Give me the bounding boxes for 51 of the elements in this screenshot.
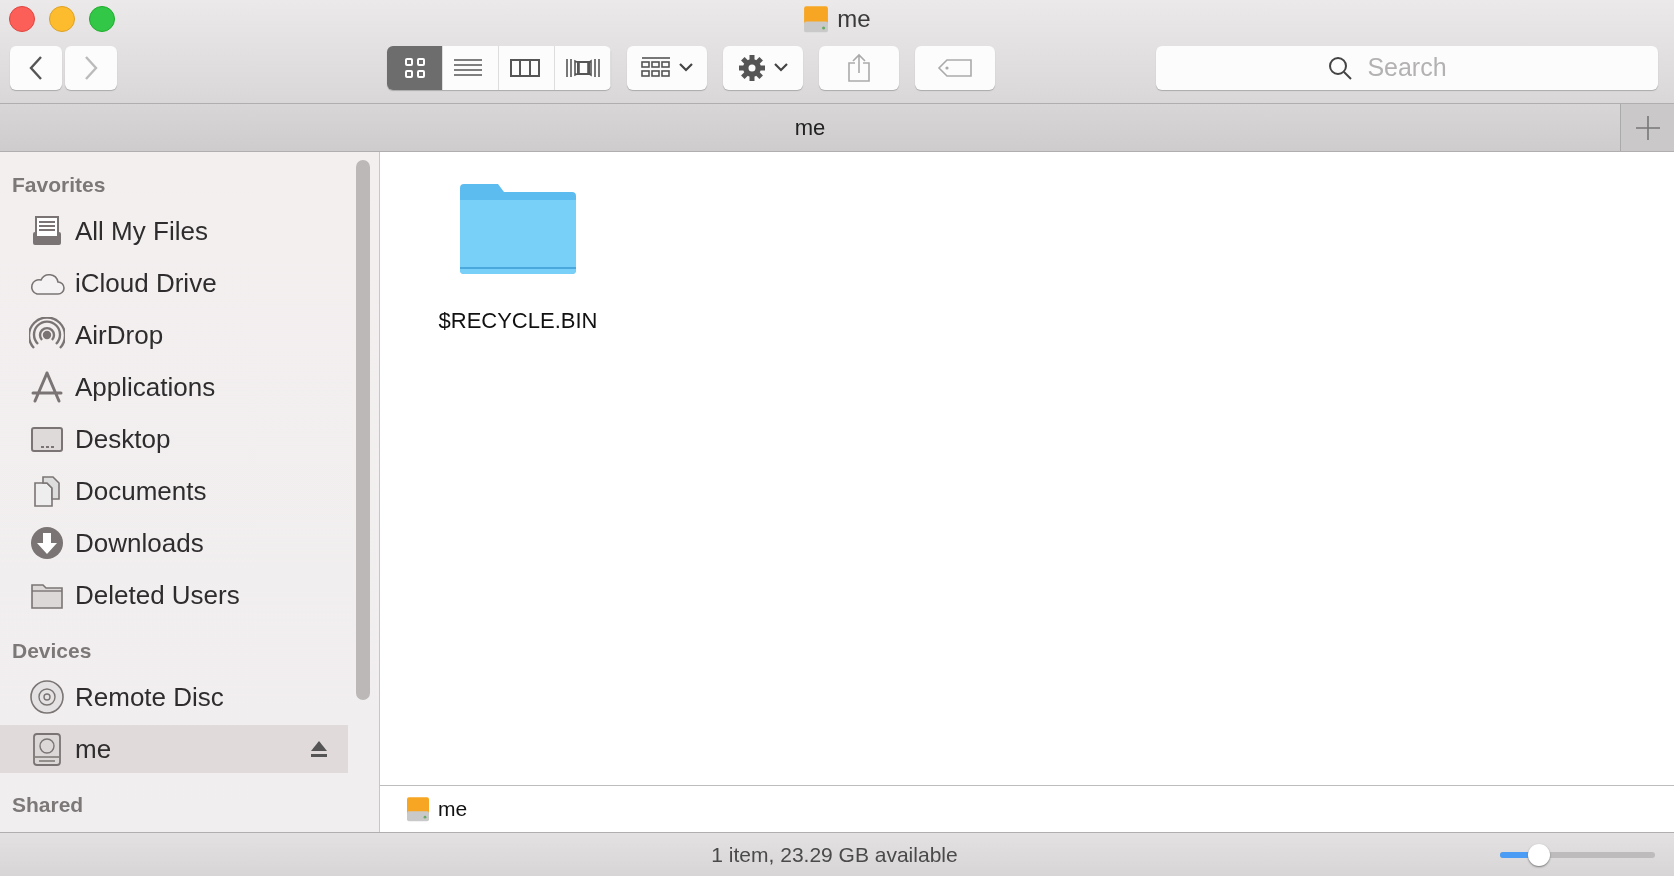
sidebar-item[interactable]: iCloud Drive: [0, 259, 348, 307]
sidebar-item[interactable]: Documents: [0, 467, 348, 515]
icon-view-button[interactable]: [387, 45, 443, 90]
share-button[interactable]: [819, 45, 899, 90]
caret-icon: [679, 63, 693, 72]
settings-icon: [738, 53, 766, 82]
arrange-button[interactable]: [627, 45, 707, 90]
app-store-icon: [29, 369, 65, 405]
chevron-right-icon: [84, 54, 98, 81]
tag-button[interactable]: [915, 45, 995, 90]
sidebar-item[interactable]: Deleted Users: [0, 571, 348, 619]
sidebar-item[interactable]: Desktop: [0, 415, 348, 463]
disc-icon: [29, 679, 65, 715]
sidebar-item[interactable]: Downloads: [0, 519, 348, 567]
back-button[interactable]: [10, 45, 62, 90]
share-icon: [847, 52, 871, 83]
close-button[interactable]: [9, 6, 35, 32]
column-view-button[interactable]: [499, 45, 555, 90]
path-item[interactable]: me: [438, 797, 468, 821]
sidebar-item[interactable]: me: [0, 725, 348, 773]
search-icon: [1328, 55, 1352, 80]
file-name[interactable]: $RECYCLE.BIN: [438, 308, 598, 334]
window-title: me: [837, 5, 871, 33]
action-button[interactable]: [723, 45, 803, 90]
scrollbar[interactable]: [356, 160, 370, 700]
list-view-button[interactable]: [443, 45, 499, 90]
caret-icon: [774, 63, 788, 72]
new-tab-button[interactable]: [1620, 104, 1674, 151]
coverflow-view-icon: [565, 56, 600, 79]
sidebar-heading: Shared: [11, 792, 85, 818]
cover-flow-button[interactable]: [555, 45, 611, 90]
sidebar-item[interactable]: Remote Disc: [0, 673, 348, 721]
search-field[interactable]: Search: [1156, 45, 1658, 90]
plus-icon: [1635, 115, 1660, 140]
icons-view-icon: [403, 56, 426, 79]
sidebar-item[interactable]: All My Files: [0, 207, 348, 255]
folder-icon[interactable]: [460, 182, 576, 274]
sidebar-heading: Favorites: [11, 172, 107, 198]
minimize-button[interactable]: [49, 6, 75, 32]
zoom-button[interactable]: [89, 6, 115, 32]
sidebar-item[interactable]: Applications: [0, 363, 348, 411]
grid-icon: [641, 56, 671, 79]
sidebar-heading: Devices: [11, 638, 93, 664]
status-text: 1 item, 23.29 GB available: [710, 842, 959, 867]
drive-icon: [406, 795, 430, 823]
eject-icon[interactable]: [310, 740, 328, 758]
chevron-left-icon: [29, 54, 43, 81]
tag-icon: [937, 57, 973, 78]
sidebar-item[interactable]: AirDrop: [0, 311, 348, 359]
drive-icon: [803, 4, 830, 34]
download-icon: [29, 525, 65, 561]
